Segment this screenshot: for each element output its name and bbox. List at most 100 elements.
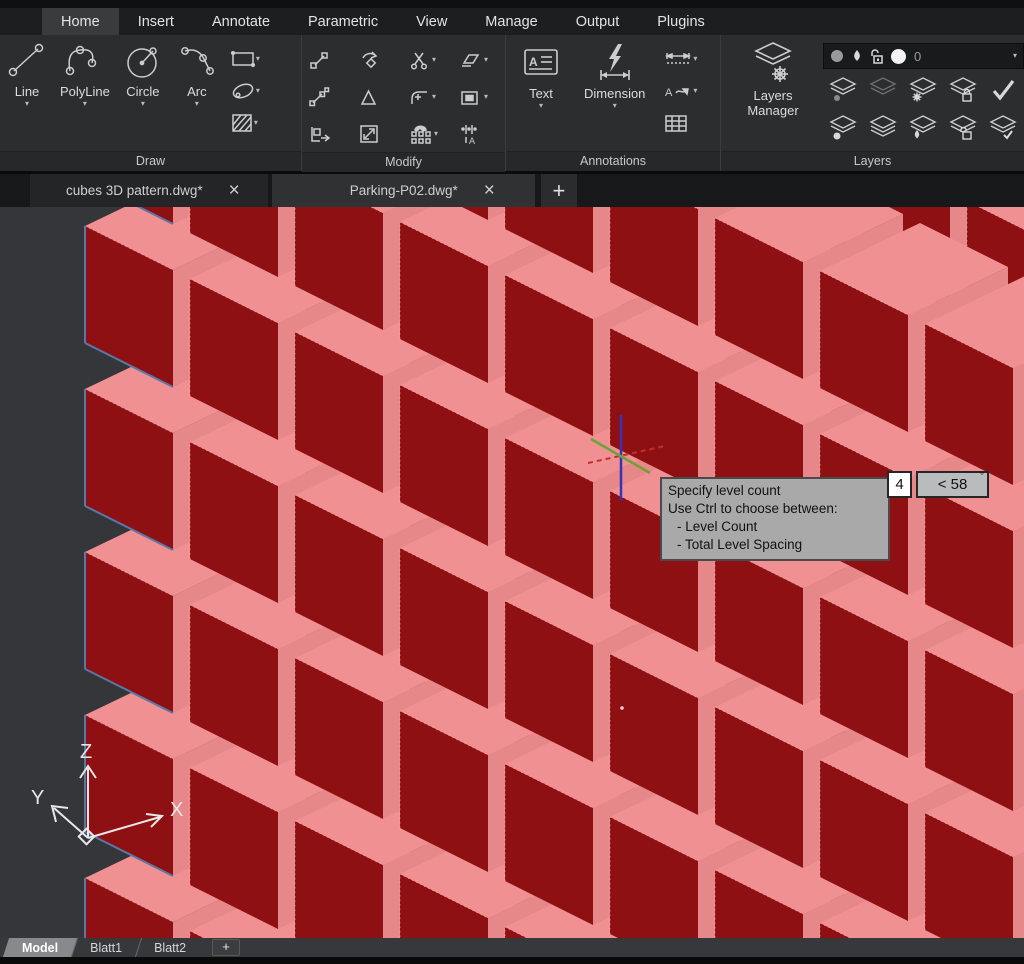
layer-tool-layer-off[interactable] <box>823 73 863 107</box>
chevron-down-icon[interactable]: ▾ <box>195 99 199 109</box>
text-icon: A <box>520 41 562 83</box>
layer-tool-layer-lock[interactable] <box>943 73 983 107</box>
close-icon[interactable]: × <box>484 181 495 200</box>
menu-tab-view[interactable]: View <box>397 8 466 35</box>
chevron-down-icon[interactable]: ▾ <box>256 86 260 96</box>
chevron-down-icon[interactable]: ▾ <box>432 92 436 102</box>
chevron-down-icon[interactable]: ▾ <box>1013 51 1017 61</box>
document-tab-2[interactable]: Parking-P02.dwg*× <box>272 174 535 207</box>
layer-tool-layer-thaw[interactable] <box>903 73 943 107</box>
annotations-section-label: Annotations <box>506 151 720 171</box>
menu-tab-parametric[interactable]: Parametric <box>289 8 397 35</box>
fillet-icon <box>408 86 432 108</box>
text-button[interactable]: A Text ▾ <box>514 35 568 113</box>
dimension-button-label: Dimension <box>584 86 645 101</box>
add-sheet-button[interactable]: + <box>212 939 240 956</box>
degree-symbol: ° <box>980 471 984 482</box>
scale-box-icon <box>358 123 382 145</box>
sheet-tab-blatt1[interactable]: Blatt1 <box>74 938 138 957</box>
new-document-tab-button[interactable]: + <box>541 174 577 207</box>
layer-dropdown[interactable]: 0 ▾ <box>823 43 1024 69</box>
annotation-tool-leader[interactable]: A▾ <box>663 75 697 107</box>
layer-on-icon <box>828 115 858 141</box>
table-icon <box>663 112 689 134</box>
document-tab-bar: cubes 3D pattern.dwg*×Parking-P02.dwg*×+ <box>0 174 1024 207</box>
title-strip <box>0 0 1024 8</box>
layer-tool-layer-freeze[interactable] <box>863 73 903 107</box>
modify-tool-erase[interactable]: ▾ <box>458 41 508 78</box>
draw-small-button-hatch[interactable]: ▾ <box>230 107 260 139</box>
polyline-icon <box>62 41 108 81</box>
modify-tool-offset[interactable]: ▾ <box>458 78 508 115</box>
layer-tools-row-1 <box>823 73 1024 107</box>
layer-tool-layer-isolate[interactable] <box>863 111 903 145</box>
document-tab-1[interactable]: cubes 3D pattern.dwg*× <box>30 174 268 207</box>
ribbon-section-annotations: A Text ▾ <box>506 35 721 171</box>
annotation-tool-dimension-span[interactable]: ▾ <box>663 43 697 75</box>
modify-tool-trim[interactable]: ▾ <box>408 41 458 78</box>
modify-tool-mirror[interactable] <box>358 78 408 115</box>
sheet-tab-blatt2[interactable]: Blatt2 <box>138 938 202 957</box>
sheet-tab-model[interactable]: Model <box>6 938 74 957</box>
modify-tool-scale[interactable] <box>308 78 358 115</box>
chevron-down-icon[interactable]: ▾ <box>434 129 438 139</box>
drawing-viewport[interactable]: Z Y X Specify level countUse Ctrl to cho… <box>0 207 1024 938</box>
chevron-down-icon[interactable]: ▾ <box>254 118 258 128</box>
chevron-down-icon[interactable]: ▾ <box>25 99 29 109</box>
chevron-down-icon[interactable]: ▾ <box>693 86 697 96</box>
layer-on-status-icon[interactable] <box>830 49 844 63</box>
draw-button-line[interactable]: Line▾ <box>0 35 54 111</box>
modify-tool-scale-box[interactable] <box>358 115 408 152</box>
draw-button-polyline[interactable]: PolyLine▾ <box>54 35 116 111</box>
modify-tool-array[interactable]: ▾ <box>408 115 458 152</box>
annotation-small-buttons: ▾A▾ <box>663 35 697 139</box>
menu-tab-plugins[interactable]: Plugins <box>638 8 724 35</box>
chevron-down-icon[interactable]: ▾ <box>256 54 260 64</box>
annotation-tool-table[interactable] <box>663 107 697 139</box>
angle-input[interactable]: < 58 ° <box>916 471 989 498</box>
layers-manager-label-2: Manager <box>747 103 798 118</box>
layers-manager-button[interactable]: Layers Manager <box>729 35 817 120</box>
tooltip-line: - Level Count <box>668 518 882 536</box>
layer-unlock-status-icon[interactable] <box>870 49 883 64</box>
menu-tab-insert[interactable]: Insert <box>119 8 193 35</box>
menu-tab-annotate[interactable]: Annotate <box>193 8 289 35</box>
chevron-down-icon[interactable]: ▾ <box>432 55 436 65</box>
layer-color-swatch[interactable] <box>890 48 907 65</box>
chevron-down-icon[interactable]: ▾ <box>141 99 145 109</box>
menu-tab-manage[interactable]: Manage <box>466 8 556 35</box>
dimension-button[interactable]: Dimension ▾ <box>578 35 651 113</box>
hatch-icon <box>230 112 254 134</box>
menu-tab-output[interactable]: Output <box>557 8 639 35</box>
draw-small-button-ellipse[interactable]: ▾ <box>230 75 260 107</box>
layer-tool-layer-transparency[interactable] <box>903 111 943 145</box>
layer-transparency-status-icon[interactable] <box>851 49 863 63</box>
layer-isolate-icon <box>868 115 898 141</box>
chevron-down-icon[interactable]: ▾ <box>539 101 543 111</box>
modify-tool-rotate[interactable] <box>358 41 408 78</box>
chevron-down-icon[interactable]: ▾ <box>83 99 87 109</box>
layer-tool-layer-on[interactable] <box>823 111 863 145</box>
chevron-down-icon[interactable]: ▾ <box>613 101 617 111</box>
layer-freeze-icon <box>868 77 898 103</box>
chevron-down-icon[interactable]: ▾ <box>693 54 697 64</box>
level-count-input[interactable]: 4 <box>887 471 912 498</box>
modify-tool-align[interactable]: A <box>458 115 508 152</box>
draw-small-button-rectangle[interactable]: ▾ <box>230 43 260 75</box>
draw-button-circle[interactable]: Circle▾ <box>116 35 170 111</box>
menu-tab-home[interactable]: Home <box>42 8 119 35</box>
chevron-down-icon[interactable]: ▾ <box>484 55 488 65</box>
chevron-down-icon[interactable]: ▾ <box>484 92 488 102</box>
close-icon[interactable]: × <box>229 181 240 200</box>
ucs-icon: Z Y X <box>18 738 208 863</box>
text-button-label: Text <box>529 86 553 101</box>
modify-tool-copy[interactable] <box>308 41 358 78</box>
draw-button-arc[interactable]: Arc▾ <box>170 35 224 111</box>
modify-section-label: Modify <box>302 152 505 172</box>
modify-tool-explode[interactable] <box>308 115 358 152</box>
layer-tool-layer-unlock[interactable] <box>943 111 983 145</box>
layer-tool-layer-check[interactable] <box>983 73 1023 107</box>
modify-tool-fillet[interactable]: ▾ <box>408 78 458 115</box>
sheet-tab-bar: ModelBlatt1Blatt2 + <box>0 938 1024 957</box>
layer-tool-layer-states[interactable] <box>983 111 1023 145</box>
